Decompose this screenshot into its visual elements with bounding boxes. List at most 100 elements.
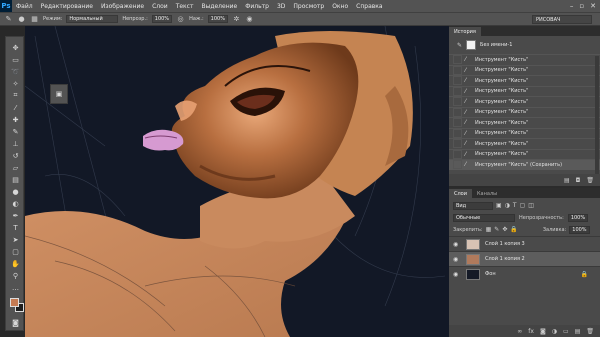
menu-item[interactable]: Фильтр xyxy=(241,3,273,10)
layer-name[interactable]: Слой 1 копия 3 xyxy=(485,241,525,247)
folder-icon[interactable]: ▭ xyxy=(563,328,569,335)
history-source-checkbox[interactable] xyxy=(453,149,462,159)
zoom-icon[interactable]: ⚲ xyxy=(11,271,20,280)
menu-item[interactable]: Слои xyxy=(148,3,172,10)
mode-select[interactable]: Нормальный xyxy=(66,15,119,23)
layer-name[interactable]: Фон xyxy=(485,271,496,277)
tab-layers[interactable]: Слои xyxy=(449,189,472,198)
history-source-checkbox[interactable] xyxy=(453,107,462,117)
pen-icon[interactable]: ✒ xyxy=(11,211,20,220)
move-icon[interactable]: ✥ xyxy=(11,43,20,52)
history-item[interactable]: ⁄ Инструмент "Кисть" xyxy=(449,127,600,139)
lock-pixels-icon[interactable]: ▦ xyxy=(486,226,492,233)
menu-item[interactable]: Окно xyxy=(328,3,352,10)
layer-row[interactable]: ◉ Слой 1 копия 2 xyxy=(449,251,600,266)
flow-field[interactable]: 100% xyxy=(207,15,228,23)
more-tools-icon[interactable]: … xyxy=(11,283,20,292)
hand-icon[interactable]: ✋ xyxy=(11,259,20,268)
history-item[interactable]: ⁄ Инструмент "Кисть" xyxy=(449,54,600,65)
history-scrollbar[interactable] xyxy=(595,56,599,174)
eye-icon[interactable]: ◉ xyxy=(453,241,462,248)
tab-channels[interactable]: Каналы xyxy=(472,189,502,198)
clone-stamp-icon[interactable]: ⊥ xyxy=(11,139,20,148)
filter-image-icon[interactable]: ▣ xyxy=(496,202,502,209)
lasso-icon[interactable]: ➰ xyxy=(11,67,20,76)
history-source-checkbox[interactable] xyxy=(453,65,462,75)
history-snapshot[interactable]: ✎ Без имени-1 xyxy=(457,38,590,52)
gradient-icon[interactable]: ▤ xyxy=(11,175,20,184)
layer-row[interactable]: ◉ Слой 1 копия 3 xyxy=(449,236,600,251)
eye-icon[interactable]: ◉ xyxy=(453,271,462,278)
history-source-checkbox[interactable] xyxy=(453,97,462,107)
history-source-checkbox[interactable] xyxy=(453,118,462,128)
brush-panel-icon[interactable]: ▦ xyxy=(30,15,39,24)
marquee-icon[interactable]: ▭ xyxy=(11,55,20,64)
airbrush-icon[interactable]: ✲ xyxy=(232,15,241,24)
brush-size-icon[interactable]: ● xyxy=(17,15,26,24)
menu-item[interactable]: Просмотр xyxy=(289,3,328,10)
opacity-field[interactable]: 100% xyxy=(151,15,173,23)
fx-icon[interactable]: fx xyxy=(528,328,534,335)
brush-icon[interactable]: ✎ xyxy=(11,127,20,136)
filter-smart-icon[interactable]: ◫ xyxy=(528,202,534,209)
history-item[interactable]: ⁄ Инструмент "Кисть" xyxy=(449,85,600,97)
document-canvas[interactable] xyxy=(25,26,449,337)
dodge-icon[interactable]: ◐ xyxy=(11,199,20,208)
pressure-size-icon[interactable]: ◉ xyxy=(245,15,254,24)
history-source-checkbox[interactable] xyxy=(453,76,462,86)
menu-item[interactable]: Текст xyxy=(172,3,198,10)
history-item[interactable]: ⁄ Инструмент "Кисть" xyxy=(449,96,600,107)
new-document-icon[interactable]: ▤ xyxy=(564,177,570,184)
history-source-checkbox[interactable] xyxy=(453,128,462,138)
camera-icon[interactable]: ◘ xyxy=(576,177,581,184)
lock-move-icon[interactable]: ✥ xyxy=(502,226,507,233)
layer-name[interactable]: Слой 1 копия 2 xyxy=(485,256,525,262)
close-button[interactable]: ✕ xyxy=(590,2,596,10)
minimize-button[interactable]: – xyxy=(570,2,574,10)
layer-filter-select[interactable]: Вид xyxy=(453,201,493,210)
eraser-icon[interactable]: ▱ xyxy=(11,163,20,172)
type-icon[interactable]: T xyxy=(11,223,20,232)
quick-mask-icon[interactable]: ◙ xyxy=(11,318,20,327)
foreground-color-swatch[interactable] xyxy=(10,298,19,307)
history-item[interactable]: ⁄ Инструмент "Кисть" xyxy=(449,75,600,86)
history-item[interactable]: ⁄ Инструмент "Кисть" xyxy=(449,64,600,76)
history-source-checkbox[interactable] xyxy=(453,55,462,65)
layer-row[interactable]: ◉ Фон 🔒 xyxy=(449,266,600,281)
filter-text-icon[interactable]: T xyxy=(513,202,517,209)
menu-item[interactable]: Файл xyxy=(12,3,37,10)
tab-history[interactable]: История xyxy=(449,27,481,36)
menu-item[interactable]: Справка xyxy=(352,3,386,10)
history-item[interactable]: ⁄ Инструмент "Кисть" xyxy=(449,117,600,128)
spot-healing-icon[interactable]: ✚ xyxy=(11,115,20,124)
brush-preset-icon[interactable]: ✎ xyxy=(4,15,13,24)
new-layer-icon[interactable]: ▤ xyxy=(575,328,581,335)
menu-item[interactable]: Выделение xyxy=(197,3,241,10)
history-item[interactable]: ⁄ Инструмент "Кисть" xyxy=(449,148,600,160)
history-source-checkbox[interactable] xyxy=(453,139,462,149)
blur-icon[interactable]: ● xyxy=(11,187,20,196)
filter-shape-icon[interactable]: ▢ xyxy=(520,202,526,209)
lock-all-icon[interactable]: 🔒 xyxy=(510,226,517,233)
quick-select-icon[interactable]: ✧ xyxy=(11,79,20,88)
adjustment-icon[interactable]: ◑ xyxy=(552,328,557,335)
eye-icon[interactable]: ◉ xyxy=(453,256,462,263)
eyedropper-icon[interactable]: ⁄ xyxy=(11,103,20,112)
shape-icon[interactable]: ▢ xyxy=(11,247,20,256)
history-item[interactable]: ⁄ Инструмент "Кисть" (Сохранить) xyxy=(449,159,600,170)
history-item[interactable]: ⁄ Инструмент "Кисть" xyxy=(449,138,600,149)
menu-item[interactable]: 3D xyxy=(273,3,289,10)
trash-icon[interactable]: 🗑 xyxy=(586,328,594,335)
menu-item[interactable]: Редактирование xyxy=(37,3,97,10)
pressure-opacity-icon[interactable]: ◎ xyxy=(176,15,185,24)
restore-button[interactable]: ▫ xyxy=(579,2,584,10)
link-icon[interactable]: ∞ xyxy=(517,328,522,335)
lock-paint-icon[interactable]: ✎ xyxy=(494,226,499,233)
crop-icon[interactable]: ⌗ xyxy=(11,91,20,100)
path-select-icon[interactable]: ➤ xyxy=(11,235,20,244)
brush-preset-floating-icon[interactable]: ▣ xyxy=(50,84,68,104)
history-brush-icon[interactable]: ↺ xyxy=(11,151,20,160)
mask-icon[interactable]: ◙ xyxy=(540,328,546,335)
fill-field[interactable]: 100% xyxy=(569,225,590,234)
menu-item[interactable]: Изображение xyxy=(97,3,148,10)
